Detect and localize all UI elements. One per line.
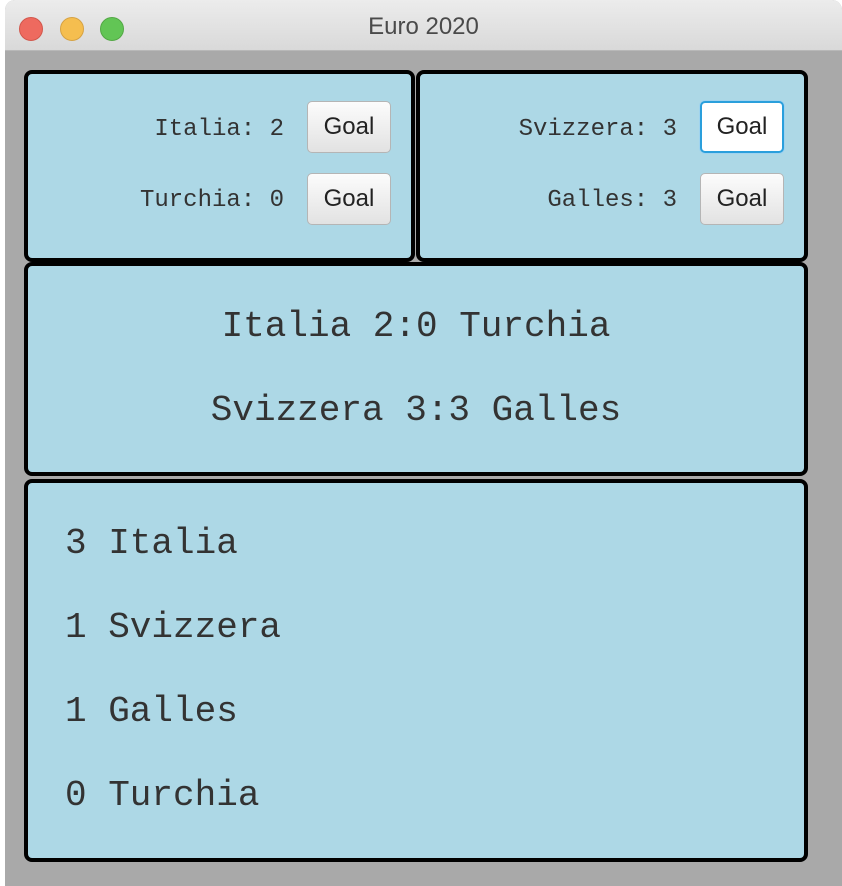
standings-row: 3 Italia — [65, 523, 238, 564]
goal-button-italia[interactable]: Goal — [307, 101, 391, 153]
results-panel: Italia 2:0 Turchia Svizzera 3:3 Galles — [24, 262, 808, 476]
title-bar: Euro 2020 — [5, 0, 842, 51]
score-label-svizzera: Svizzera: 3 — [518, 116, 677, 143]
result-line: Svizzera 3:3 Galles — [210, 390, 622, 431]
standings-row: 1 Galles — [65, 691, 238, 732]
score-label-italia: Italia: 2 — [154, 116, 284, 143]
app-window: Euro 2020 Italia: 2 Goal Turchia: 0 Goal… — [5, 0, 842, 886]
score-label-galles: Galles: 3 — [547, 187, 677, 214]
goal-button-turchia[interactable]: Goal — [307, 173, 391, 225]
goal-button-svizzera[interactable]: Goal — [700, 101, 784, 153]
goal-button-galles[interactable]: Goal — [700, 173, 784, 225]
score-label-turchia: Turchia: 0 — [139, 187, 284, 214]
standings-panel: 3 Italia 1 Svizzera 1 Galles 0 Turchia — [24, 479, 808, 862]
match-panel-svizzera-galles: Svizzera: 3 Goal Galles: 3 Goal — [416, 70, 808, 262]
match-panel-italia-turchia: Italia: 2 Goal Turchia: 0 Goal — [24, 70, 415, 262]
window-title: Euro 2020 — [368, 13, 479, 40]
standings-row: 1 Svizzera — [65, 607, 282, 648]
standings-row: 0 Turchia — [65, 775, 260, 816]
result-line: Italia 2:0 Turchia — [221, 306, 611, 347]
